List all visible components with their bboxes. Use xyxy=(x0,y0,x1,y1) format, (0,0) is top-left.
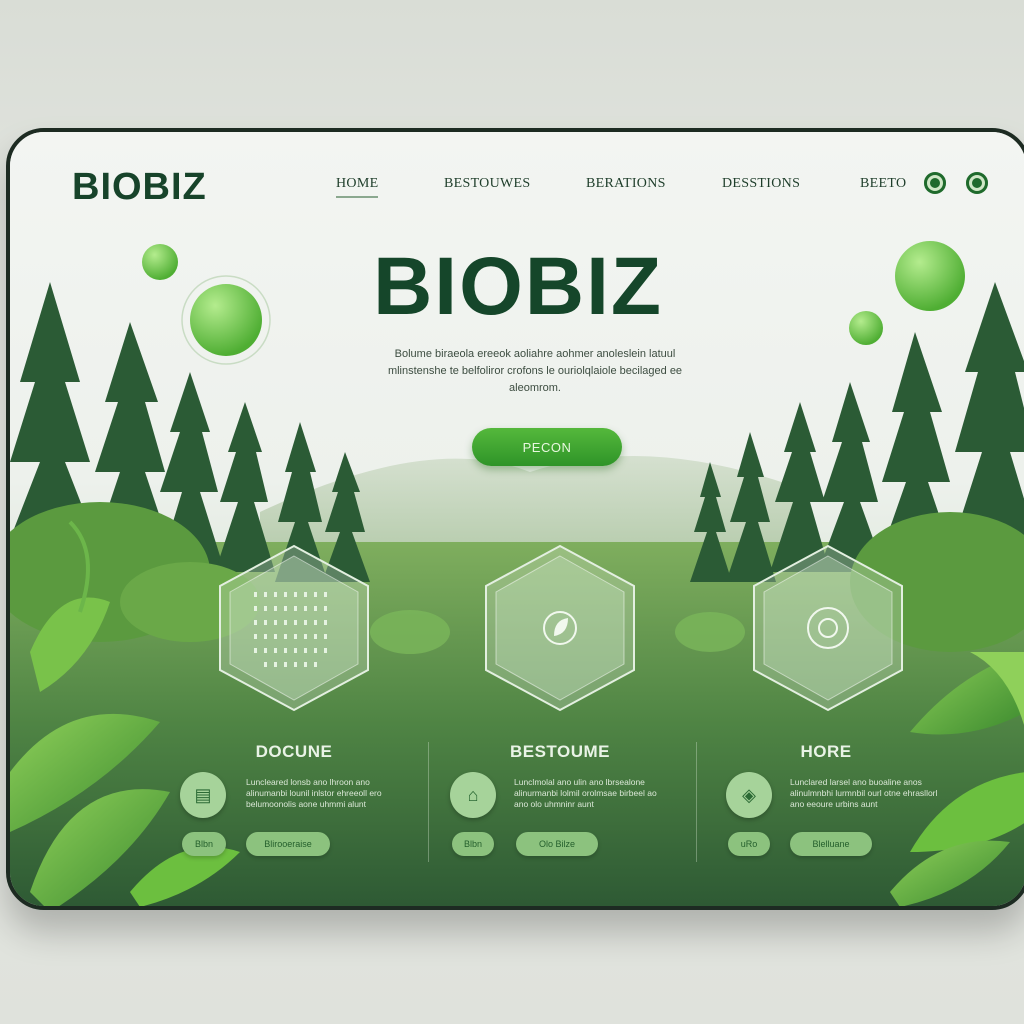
plant-icon: ⌂ xyxy=(467,784,479,805)
nav-item-home[interactable]: HOME xyxy=(336,176,379,198)
document-icon: ▤ xyxy=(194,784,212,805)
card-hexagon-3[interactable] xyxy=(748,542,908,714)
nav-item-bestouwes[interactable]: BESTOUWES xyxy=(444,176,530,192)
card-hexagon-1[interactable] xyxy=(214,542,374,714)
card-pill-2[interactable]: Blbn xyxy=(452,832,494,856)
card-pill-1b[interactable]: Blirooeraise xyxy=(246,832,330,856)
card-pill-1[interactable]: Blbn xyxy=(182,832,226,856)
brand-logo[interactable]: BIOBIZ xyxy=(72,166,207,209)
nav-item-berations[interactable]: BERATIONS xyxy=(586,176,666,192)
tag-icon-button[interactable]: ◈ xyxy=(726,772,772,818)
document-icon-button[interactable]: ▤ xyxy=(180,772,226,818)
hero-cta-button[interactable]: PECON xyxy=(472,428,622,466)
card-divider xyxy=(428,742,429,862)
hero-title: BIOBIZ xyxy=(373,241,663,332)
card-text-3: Lunclared larsel ano buoaline anos alinu… xyxy=(790,777,938,809)
nav-item-beeto[interactable]: BEETO xyxy=(860,176,906,192)
card-divider xyxy=(696,742,697,862)
circle-toggle-icon[interactable] xyxy=(966,172,988,194)
card-title-1: DOCUNE xyxy=(255,742,333,761)
top-navigation: HOME BESTOUWES BERATIONS DESSTIONS BEETO xyxy=(330,172,996,206)
plant-icon-button[interactable]: ⌂ xyxy=(450,772,496,818)
tag-icon: ◈ xyxy=(742,784,756,805)
screen: BIOBIZ HOME BESTOUWES BERATIONS DESSTION… xyxy=(10,132,1024,906)
card-title-3: HORE xyxy=(800,742,852,761)
card-pill-3[interactable]: uRo xyxy=(728,832,770,856)
card-text-1: Luncleared lonsb ano lhroon ano alinuman… xyxy=(246,777,382,809)
device-frame: BIOBIZ HOME BESTOUWES BERATIONS DESSTION… xyxy=(6,128,1024,910)
card-pill-3b[interactable]: Blelluane xyxy=(790,832,872,856)
nav-item-desstions[interactable]: DESSTIONS xyxy=(722,176,800,192)
card-title-2: BESTOUME xyxy=(509,742,611,761)
hero-description: Bolume biraeola ereeok aoliahre aohmer a… xyxy=(387,348,683,394)
card-pill-2b[interactable]: Olo Bilze xyxy=(516,832,598,856)
circle-toggle-icon[interactable] xyxy=(924,172,946,194)
card-hexagon-2[interactable] xyxy=(480,542,640,714)
card-text-2: Lunclmolal ano ulin ano lbrsealone alinu… xyxy=(514,777,657,809)
